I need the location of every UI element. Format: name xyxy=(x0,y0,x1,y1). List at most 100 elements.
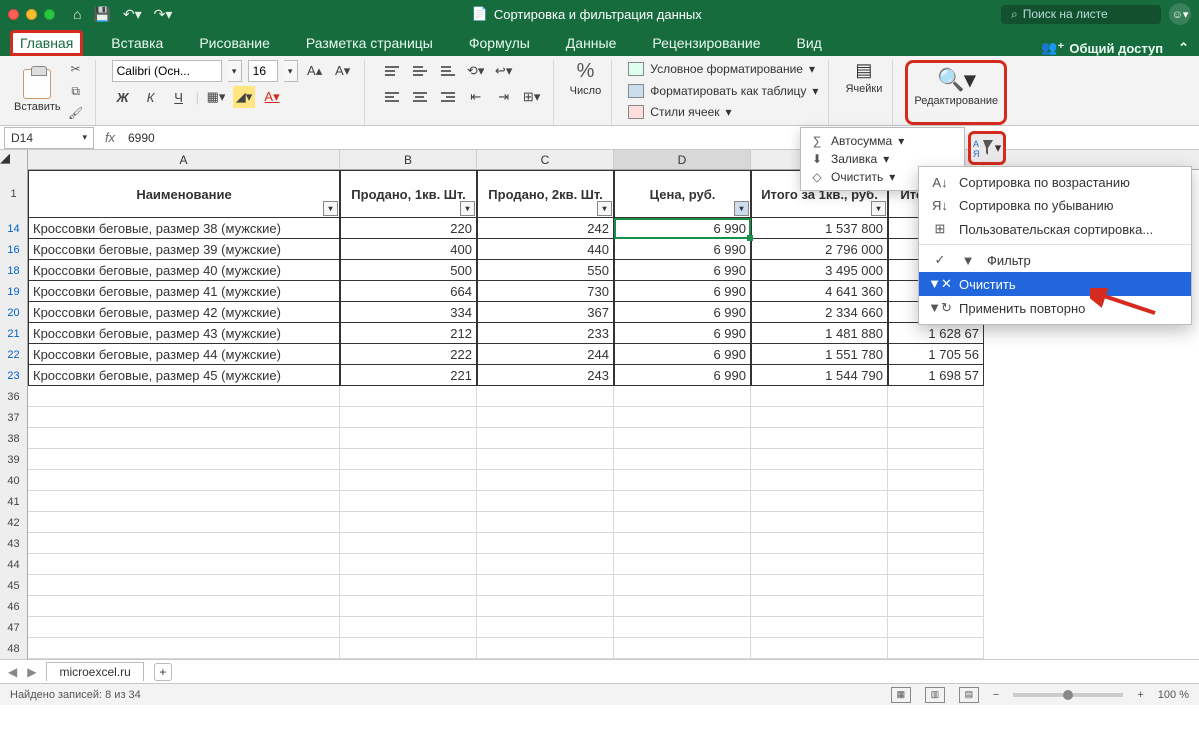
align-right-icon[interactable] xyxy=(437,87,459,107)
cell[interactable] xyxy=(614,386,751,407)
cell[interactable] xyxy=(340,575,477,596)
editing-button[interactable]: 🔍▾ Редактирование xyxy=(914,67,998,107)
font-color-button[interactable]: A▾ xyxy=(261,86,283,108)
cell[interactable] xyxy=(340,449,477,470)
cell[interactable] xyxy=(340,512,477,533)
cell[interactable] xyxy=(340,554,477,575)
cell[interactable] xyxy=(477,617,614,638)
cell-D[interactable]: 6 990 xyxy=(614,323,751,344)
cell[interactable] xyxy=(888,638,984,659)
cell-B[interactable]: 221 xyxy=(340,365,477,386)
cell[interactable] xyxy=(751,470,888,491)
cell[interactable] xyxy=(751,575,888,596)
cell[interactable] xyxy=(28,470,340,491)
cell-B[interactable]: 664 xyxy=(340,281,477,302)
copy-icon[interactable]: ⧉ xyxy=(67,82,85,100)
cell[interactable] xyxy=(477,428,614,449)
cell-E[interactable]: 2 796 000 xyxy=(751,239,888,260)
cell[interactable] xyxy=(751,491,888,512)
cell[interactable] xyxy=(340,533,477,554)
row-header[interactable]: 45 xyxy=(0,575,28,596)
cell[interactable] xyxy=(888,491,984,512)
cell[interactable] xyxy=(888,428,984,449)
cell[interactable] xyxy=(477,470,614,491)
tab-view[interactable]: Вид xyxy=(789,30,830,56)
borders-button[interactable]: ▦▾ xyxy=(205,86,227,108)
number-format-button[interactable]: % Число xyxy=(570,60,602,97)
cell[interactable] xyxy=(28,449,340,470)
cell[interactable] xyxy=(477,533,614,554)
cell[interactable] xyxy=(888,617,984,638)
font-size-dropdown-icon[interactable]: ▾ xyxy=(284,60,298,82)
cell[interactable] xyxy=(477,596,614,617)
fx-icon[interactable]: fx xyxy=(98,130,122,145)
page-break-view-icon[interactable]: ▤ xyxy=(959,687,979,703)
tab-insert[interactable]: Вставка xyxy=(103,30,171,56)
maximize-window-icon[interactable] xyxy=(44,9,55,20)
row-header[interactable]: 20 xyxy=(0,302,28,323)
increase-indent-icon[interactable]: ⇥ xyxy=(493,86,515,108)
cell-C[interactable]: 730 xyxy=(477,281,614,302)
font-size-select[interactable] xyxy=(248,60,278,82)
tab-data[interactable]: Данные xyxy=(558,30,625,56)
row-header[interactable]: 36 xyxy=(0,386,28,407)
cell[interactable] xyxy=(751,617,888,638)
cell[interactable] xyxy=(477,554,614,575)
custom-sort-item[interactable]: ⊞Пользовательская сортировка... xyxy=(919,217,1191,241)
cell-A[interactable]: Кроссовки беговые, размер 42 (мужские) xyxy=(28,302,340,323)
row-header[interactable]: 22 xyxy=(0,344,28,365)
cell-A[interactable]: Кроссовки беговые, размер 43 (мужские) xyxy=(28,323,340,344)
cell[interactable] xyxy=(28,428,340,449)
cell-E[interactable]: 3 495 000 xyxy=(751,260,888,281)
cell[interactable] xyxy=(477,575,614,596)
sort-ascending-item[interactable]: А↓Сортировка по возрастанию xyxy=(919,171,1191,194)
cell[interactable] xyxy=(340,470,477,491)
redo-icon[interactable]: ↷▾ xyxy=(154,6,173,23)
cell-D[interactable]: 6 990 xyxy=(614,365,751,386)
cell[interactable] xyxy=(888,407,984,428)
cell-F[interactable]: 1 628 67 xyxy=(888,323,984,344)
cell[interactable] xyxy=(614,449,751,470)
formula-input[interactable]: 6990 xyxy=(122,131,1199,145)
row-header[interactable]: 37 xyxy=(0,407,28,428)
tab-formulas[interactable]: Формулы xyxy=(461,30,538,56)
cell[interactable] xyxy=(751,428,888,449)
filter-item[interactable]: ✓▼Фильтр xyxy=(919,248,1191,272)
row-header[interactable]: 21 xyxy=(0,323,28,344)
chevron-up-icon[interactable]: ⌃ xyxy=(1178,40,1189,56)
col-header-B[interactable]: B xyxy=(340,150,477,169)
cell-B[interactable]: 400 xyxy=(340,239,477,260)
decrease-font-icon[interactable]: A▾ xyxy=(332,60,354,82)
autosum-button[interactable]: ∑Автосумма ▾ xyxy=(805,132,960,150)
cell[interactable] xyxy=(888,386,984,407)
page-layout-view-icon[interactable]: ▥ xyxy=(925,687,945,703)
cell-styles-button[interactable]: Стили ячеек ▾ xyxy=(628,103,818,121)
search-input[interactable]: ⌕ Поиск на листе xyxy=(1001,5,1161,24)
cell[interactable] xyxy=(751,638,888,659)
cell[interactable] xyxy=(888,575,984,596)
zoom-slider[interactable] xyxy=(1013,693,1123,697)
cell[interactable] xyxy=(614,638,751,659)
cell[interactable] xyxy=(28,617,340,638)
cell-D[interactable]: 6 990 xyxy=(614,281,751,302)
cell[interactable] xyxy=(751,512,888,533)
row-header[interactable]: 19 xyxy=(0,281,28,302)
underline-button[interactable]: Ч xyxy=(168,86,190,108)
cell-D[interactable]: 6 990 xyxy=(614,260,751,281)
cell-E[interactable]: 1 481 880 xyxy=(751,323,888,344)
tab-review[interactable]: Рецензирование xyxy=(644,30,768,56)
cell[interactable] xyxy=(28,491,340,512)
cell[interactable] xyxy=(888,470,984,491)
normal-view-icon[interactable]: ▦ xyxy=(891,687,911,703)
cell[interactable] xyxy=(751,533,888,554)
cell[interactable] xyxy=(751,386,888,407)
tab-home[interactable]: Главная xyxy=(10,30,83,56)
cell[interactable] xyxy=(28,533,340,554)
cell[interactable] xyxy=(751,554,888,575)
tab-draw[interactable]: Рисование xyxy=(191,30,278,56)
cell[interactable] xyxy=(340,596,477,617)
cell[interactable] xyxy=(751,596,888,617)
cell-C[interactable]: 242 xyxy=(477,218,614,239)
cell-A[interactable]: Кроссовки беговые, размер 41 (мужские) xyxy=(28,281,340,302)
italic-button[interactable]: К xyxy=(140,86,162,108)
